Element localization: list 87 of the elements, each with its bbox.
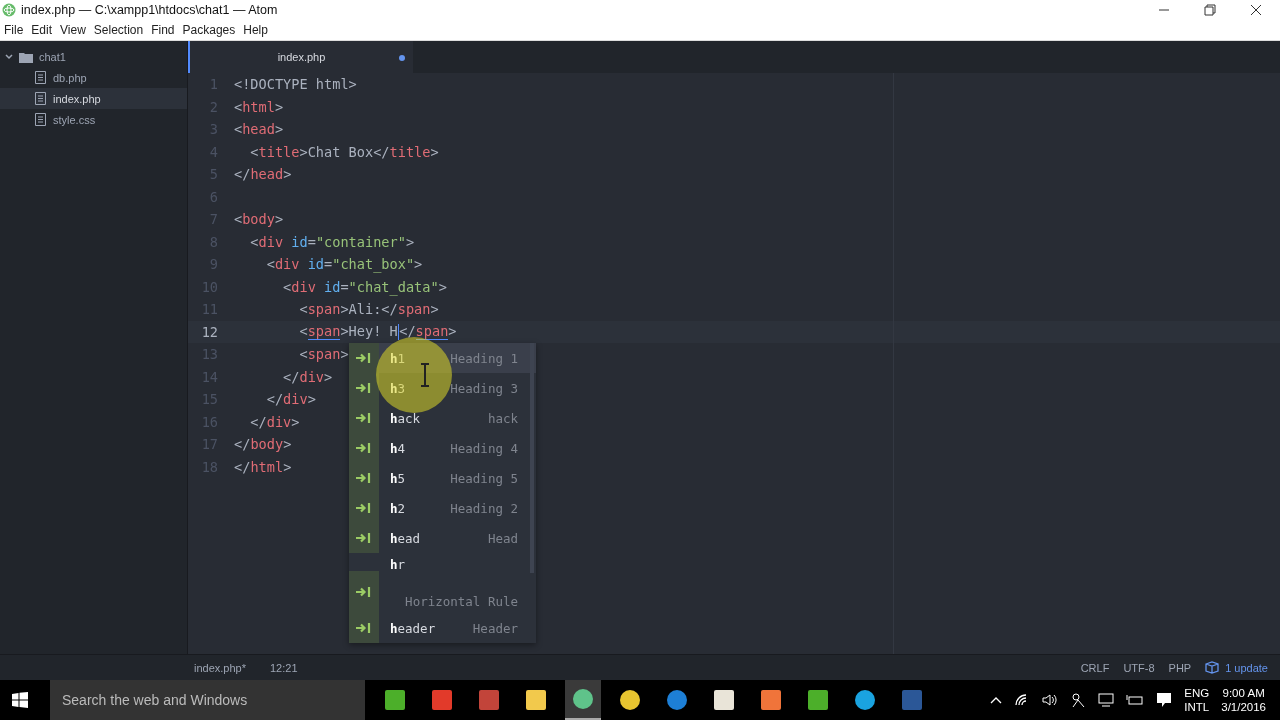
language-indicator[interactable]: ENG bbox=[1184, 686, 1210, 700]
snippet-icon bbox=[355, 442, 373, 454]
app-icon bbox=[478, 689, 500, 711]
code-line: <div id="chat_data"> bbox=[282, 278, 447, 295]
snippet-icon bbox=[355, 532, 373, 544]
snippet-icon bbox=[355, 352, 373, 364]
file-icon bbox=[35, 71, 46, 84]
app-icon bbox=[384, 689, 406, 711]
encoding[interactable]: UTF-8 bbox=[1123, 661, 1155, 674]
tree-file[interactable]: style.css bbox=[0, 109, 187, 130]
battery-icon[interactable] bbox=[1126, 694, 1145, 706]
app-icon bbox=[525, 689, 547, 711]
search-field[interactable]: Search the web and Windows bbox=[50, 680, 365, 720]
app-icon bbox=[619, 689, 641, 711]
snippet-icon bbox=[355, 502, 373, 514]
code-line: </html> bbox=[234, 458, 292, 475]
menu-item[interactable]: Packages bbox=[178, 23, 240, 37]
folder-icon bbox=[19, 51, 33, 63]
code-line: </div> bbox=[265, 391, 316, 408]
grammar[interactable]: PHP bbox=[1168, 661, 1192, 674]
code-line: <div id="container"> bbox=[249, 233, 415, 250]
code-line: <!DOCTYPE html> bbox=[234, 76, 357, 93]
code-line: <span>Ali:</span> bbox=[298, 301, 439, 318]
app-icon bbox=[807, 689, 829, 711]
file-icon bbox=[35, 113, 46, 126]
tree-file[interactable]: index.php bbox=[0, 88, 187, 109]
speaker-icon[interactable] bbox=[1042, 693, 1059, 707]
menu-item[interactable]: Edit bbox=[27, 23, 57, 37]
app-icon bbox=[431, 689, 453, 711]
suggestion-item[interactable]: h5 Heading 5 bbox=[349, 463, 536, 493]
menu-item[interactable]: Find bbox=[147, 23, 179, 37]
menu-item[interactable]: Selection bbox=[89, 23, 148, 37]
app-icon bbox=[666, 689, 688, 711]
suggestion-item[interactable]: hack hack bbox=[349, 403, 536, 433]
suggestion-item[interactable]: head Head bbox=[349, 523, 536, 553]
code-line: </head> bbox=[234, 166, 292, 183]
tree-file[interactable]: db.php bbox=[0, 67, 187, 88]
code-line: </div> bbox=[249, 413, 300, 430]
suggestion-item[interactable]: h2 Heading 2 bbox=[349, 493, 536, 523]
app-icon bbox=[713, 689, 735, 711]
network-icon[interactable] bbox=[1070, 692, 1087, 708]
code-line: <html> bbox=[234, 98, 284, 115]
chevron-up-icon[interactable] bbox=[990, 696, 1003, 704]
menu-item[interactable]: File bbox=[0, 23, 28, 37]
code-line: <span>Hey! H</span> bbox=[298, 323, 457, 341]
suggestion-item[interactable]: h4 Heading 4 bbox=[349, 433, 536, 463]
cursor-position[interactable]: 12:21 bbox=[270, 661, 298, 674]
code-line: <title>Chat Box</title> bbox=[249, 143, 439, 160]
chevron-icon[interactable] bbox=[5, 53, 13, 61]
app-icon bbox=[572, 688, 594, 710]
line-ending[interactable]: CRLF bbox=[1080, 661, 1110, 674]
update-link[interactable]: 1 update bbox=[1225, 661, 1268, 674]
snippet-icon bbox=[355, 472, 373, 484]
snippet-icon bbox=[355, 622, 373, 634]
clock-time[interactable]: 9:00 AM bbox=[1222, 686, 1265, 700]
file-icon bbox=[35, 92, 46, 105]
snippet-icon bbox=[355, 412, 373, 424]
close-icon[interactable] bbox=[1250, 4, 1262, 16]
suggestion-item[interactable]: header Header bbox=[349, 613, 536, 643]
editor-tab[interactable]: index.php bbox=[188, 41, 413, 73]
code-line: </body> bbox=[234, 436, 292, 453]
suggestion-item[interactable]: h3 Heading 3 bbox=[349, 373, 536, 403]
status-file[interactable]: index.php* bbox=[194, 661, 246, 674]
code-line: <body> bbox=[234, 211, 284, 228]
code-line: <span> bbox=[298, 346, 349, 363]
code-line: <div id="chat_box"> bbox=[265, 256, 423, 273]
restore-icon[interactable] bbox=[1204, 4, 1216, 16]
code-line: </div> bbox=[282, 368, 333, 385]
suggestion-item[interactable]: hr Horizontal Rule bbox=[349, 553, 536, 613]
app-icon bbox=[901, 689, 923, 711]
menu-item[interactable]: Help bbox=[239, 23, 272, 37]
language-indicator[interactable]: INTL bbox=[1184, 700, 1210, 714]
snippet-icon bbox=[355, 382, 373, 394]
clock-date[interactable]: 3/1/2016 bbox=[1221, 700, 1266, 714]
snippet-icon bbox=[355, 586, 373, 598]
package-icon[interactable] bbox=[1205, 661, 1220, 674]
line-number: 12 bbox=[200, 323, 218, 340]
window-title: index.php — C:\xampp1\htdocs\chat1 — Atom bbox=[21, 3, 279, 17]
windows-icon[interactable] bbox=[12, 692, 28, 708]
notification-icon[interactable] bbox=[1156, 692, 1173, 708]
monitor-icon[interactable] bbox=[1098, 693, 1115, 707]
app-icon bbox=[854, 689, 876, 711]
app-icon bbox=[760, 689, 782, 711]
text-cursor-icon bbox=[420, 363, 430, 387]
menu-item[interactable]: View bbox=[56, 23, 90, 37]
code-line: <head> bbox=[234, 121, 284, 138]
tree-folder[interactable]: chat1 bbox=[0, 47, 187, 67]
